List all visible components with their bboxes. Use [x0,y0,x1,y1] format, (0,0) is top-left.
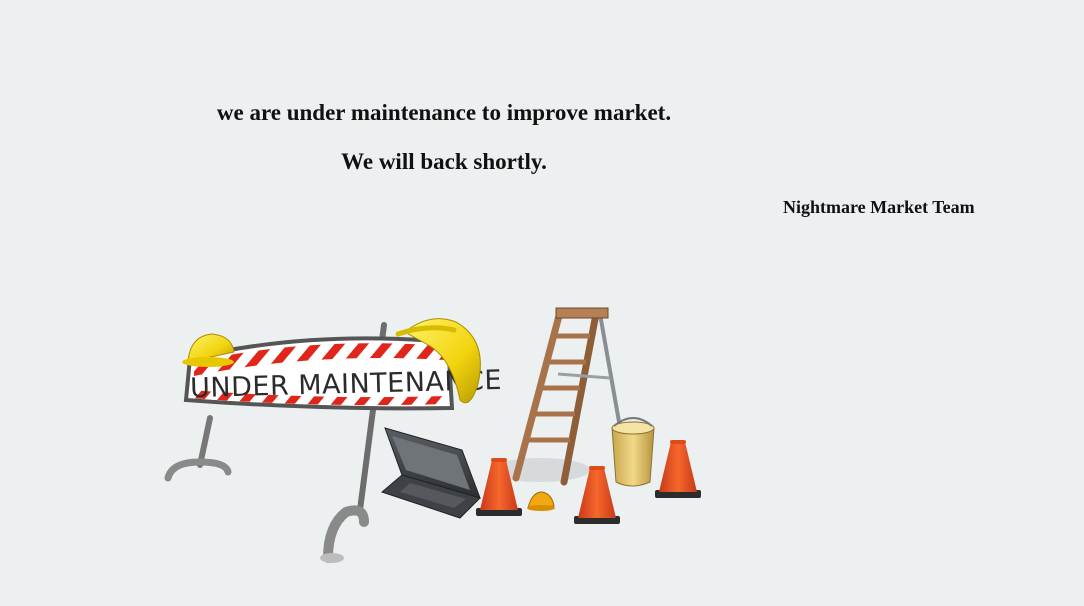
team-signature: Nightmare Market Team [783,197,975,217]
maintenance-illustration: UNDER MAINTENANCE [164,307,701,563]
hard-hat-icon [182,333,235,367]
traffic-cone-icon [655,440,701,498]
laptop-icon [381,427,481,519]
maintenance-message: we are under maintenance to improve mark… [216,100,672,125]
paint-bucket-icon [611,417,655,487]
small-hard-hat-icon [527,491,555,511]
maintenance-page: we are under maintenance to improve mark… [0,0,1084,606]
ladder-icon [512,307,626,486]
return-message: We will back shortly. [341,149,547,174]
